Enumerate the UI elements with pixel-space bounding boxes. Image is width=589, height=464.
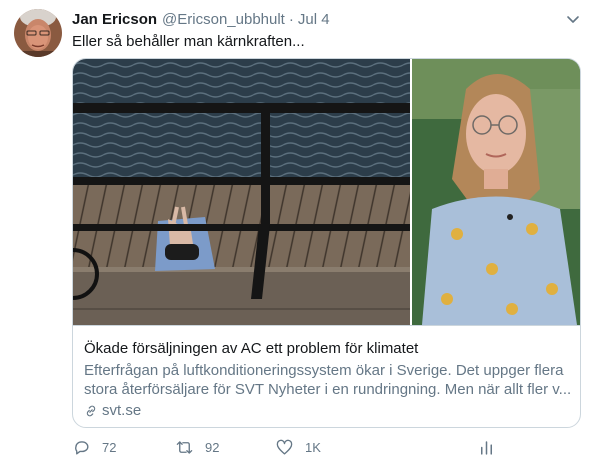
heart-icon [276, 439, 293, 455]
retweet-icon [176, 440, 193, 454]
tweet-date[interactable]: Jul 4 [298, 11, 330, 28]
like-button[interactable]: 1K [275, 436, 321, 458]
card-description-line: stora återförsäljare för SVT Nyheter i e… [84, 381, 572, 398]
card-description-line: Efterfrågan på luftkonditioneringssystem… [84, 362, 564, 379]
avatar[interactable] [14, 9, 62, 57]
link-card[interactable]: Ökade försäljningen av AC ett problem fö… [72, 58, 581, 428]
card-images[interactable] [73, 59, 580, 325]
card-description: Efterfrågan på luftkonditioneringssystem… [84, 361, 574, 399]
retweet-button[interactable]: 92 [175, 436, 219, 458]
bar-chart-icon [480, 440, 493, 455]
author-name[interactable]: Jan Ericson [72, 11, 157, 28]
card-image-pier [73, 59, 453, 325]
card-domain-text: svt.se [102, 402, 142, 419]
analytics-button[interactable] [477, 436, 507, 458]
tweet-actions: 72 92 1K [72, 436, 502, 458]
reply-button[interactable]: 72 [72, 436, 116, 458]
card-image-person [412, 59, 580, 325]
retweet-count: 92 [205, 439, 220, 455]
tweet-header: Jan Ericson @Ericson_ubbhult · Jul 4 [72, 10, 330, 28]
reply-icon [75, 440, 89, 455]
tweet-text: Eller så behåller man kärnkraften... [72, 33, 305, 50]
card-title[interactable]: Ökade försäljningen av AC ett problem fö… [84, 340, 418, 357]
tweet[interactable]: Jan Ericson @Ericson_ubbhult · Jul 4 Ell… [0, 0, 589, 464]
card-domain[interactable]: svt.se [84, 402, 141, 419]
link-icon [86, 405, 96, 416]
like-count: 1K [305, 439, 321, 455]
separator-dot: · [288, 10, 294, 28]
author-handle[interactable]: @Ericson_ubbhult [162, 11, 285, 28]
reply-count: 72 [102, 439, 117, 455]
card-info[interactable]: Ökade försäljningen av AC ett problem fö… [73, 325, 580, 427]
chevron-down-icon[interactable] [565, 11, 581, 27]
